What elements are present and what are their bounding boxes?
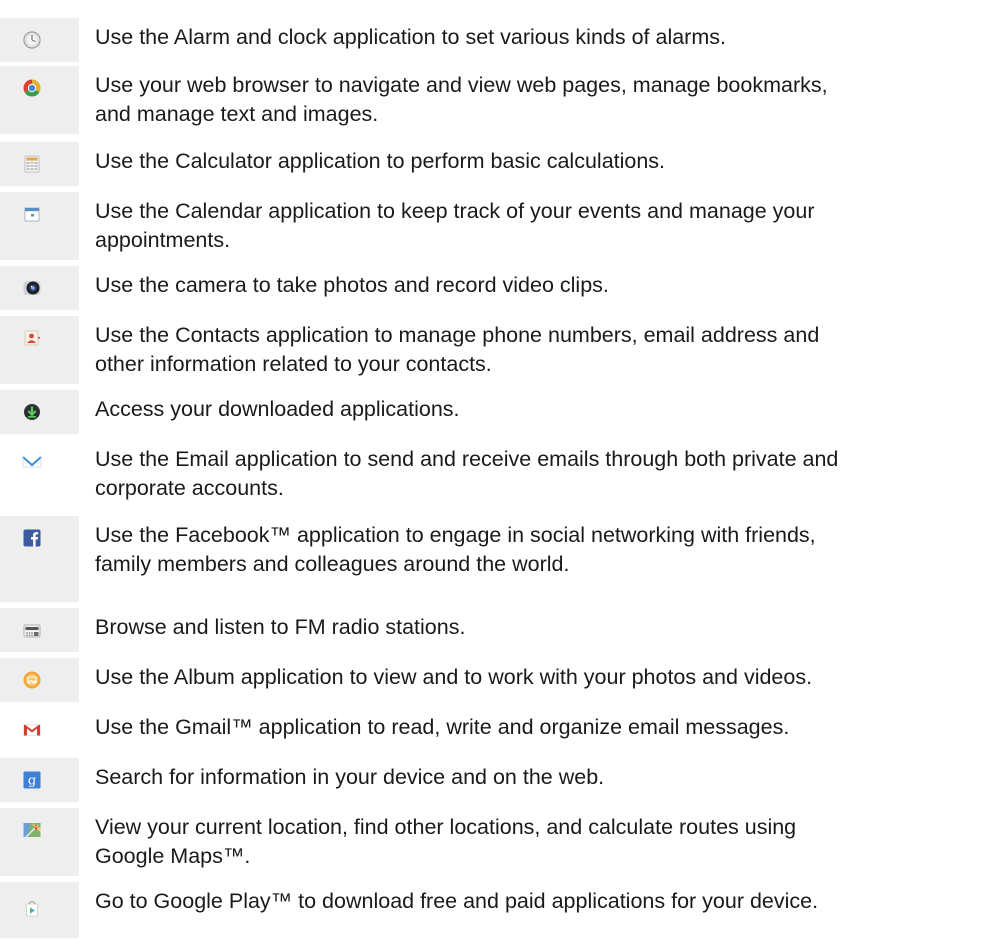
list-item-alarm: Use the Alarm and clock application to s… <box>0 18 992 62</box>
icon-cell <box>0 192 79 260</box>
app-description: Use the Facebook™ application to engage … <box>95 521 985 579</box>
app-description: Browse and listen to FM radio stations. <box>95 613 985 642</box>
app-description: Use your web browser to navigate and vie… <box>95 71 985 129</box>
description-line: Use the Contacts application to manage p… <box>95 323 820 347</box>
description-line: other information related to your contac… <box>95 352 492 376</box>
icon-cell <box>0 142 79 186</box>
svg-text:g: g <box>28 774 36 789</box>
icon-cell <box>0 658 79 702</box>
alarm-clock-icon <box>22 30 42 50</box>
description-line: Use the Email application to send and re… <box>95 447 839 471</box>
app-list: Use the Alarm and clock application to s… <box>0 0 992 950</box>
list-item-camera: Use the camera to take photos and record… <box>0 266 992 310</box>
list-item-browser: Use your web browser to navigate and vie… <box>0 66 992 134</box>
list-item-play-store: Go to Google Play™ to download free and … <box>0 882 992 938</box>
list-item-calendar: Use the Calendar application to keep tra… <box>0 192 992 260</box>
app-description: Use the Email application to send and re… <box>95 445 985 503</box>
list-item-fm-radio: Browse and listen to FM radio stations. <box>0 608 992 652</box>
description-line: family members and colleagues around the… <box>95 552 570 576</box>
calendar-icon <box>22 204 42 224</box>
list-item-gmail: Use the Gmail™ application to read, writ… <box>0 708 992 752</box>
play-store-icon <box>22 898 42 918</box>
description-line: Use the Album application to view and to… <box>95 665 813 689</box>
description-line: Google Maps™. <box>95 844 251 868</box>
icon-cell <box>0 708 79 752</box>
app-description: Access your downloaded applications. <box>95 395 985 424</box>
description-line: Use the Calculator application to perfor… <box>95 149 666 173</box>
download-icon <box>22 402 42 422</box>
email-icon <box>22 452 42 472</box>
description-line: Use the Gmail™ application to read, writ… <box>95 715 790 739</box>
icon-cell <box>0 440 79 508</box>
icon-cell <box>0 516 79 602</box>
app-description: Use the Calendar application to keep tra… <box>95 197 985 255</box>
app-description: Use the Alarm and clock application to s… <box>95 23 985 52</box>
icon-cell <box>0 316 79 384</box>
description-line: Go to Google Play™ to download free and … <box>95 889 819 913</box>
description-line: and manage text and images. <box>95 102 379 126</box>
list-item-maps: View your current location, find other l… <box>0 808 992 876</box>
icon-cell <box>0 882 79 938</box>
app-description: Search for information in your device an… <box>95 763 985 792</box>
description-line: Search for information in your device an… <box>95 765 605 789</box>
maps-icon <box>22 820 42 840</box>
list-item-contacts: Use the Contacts application to manage p… <box>0 316 992 384</box>
app-description: Use the Calculator application to perfor… <box>95 147 985 176</box>
description-line: corporate accounts. <box>95 476 284 500</box>
calculator-icon <box>22 154 42 174</box>
facebook-icon <box>22 528 42 548</box>
icon-cell <box>0 266 79 310</box>
description-line: View your current location, find other l… <box>95 815 797 839</box>
icon-cell <box>0 18 79 62</box>
app-description: Go to Google Play™ to download free and … <box>95 887 985 916</box>
description-line: Use the Calendar application to keep tra… <box>95 199 815 223</box>
list-item-facebook: Use the Facebook™ application to engage … <box>0 516 992 602</box>
list-item-download: Access your downloaded applications. <box>0 390 992 434</box>
description-line: Browse and listen to FM radio stations. <box>95 615 466 639</box>
icon-cell <box>0 608 79 652</box>
gmail-icon <box>22 720 42 740</box>
list-item-google-search: g Search for information in your device … <box>0 758 992 802</box>
description-line: Use the Facebook™ application to engage … <box>95 523 816 547</box>
app-description: Use the Album application to view and to… <box>95 663 985 692</box>
description-line: Access your downloaded applications. <box>95 397 460 421</box>
list-item-album: Use the Album application to view and to… <box>0 658 992 702</box>
description-line: appointments. <box>95 228 231 252</box>
description-line: Use the camera to take photos and record… <box>95 273 609 297</box>
list-item-email: Use the Email application to send and re… <box>0 440 992 508</box>
browser-icon <box>22 78 42 98</box>
icon-cell: g <box>0 758 79 802</box>
icon-cell <box>0 808 79 876</box>
app-description: View your current location, find other l… <box>95 813 985 871</box>
description-line: Use your web browser to navigate and vie… <box>95 73 828 97</box>
album-icon <box>22 670 42 690</box>
icon-cell <box>0 390 79 434</box>
fm-radio-icon <box>22 620 42 640</box>
app-description: Use the camera to take photos and record… <box>95 271 985 300</box>
google-search-icon: g <box>22 770 42 790</box>
contacts-icon <box>22 328 42 348</box>
description-line: Use the Alarm and clock application to s… <box>95 25 726 49</box>
app-description: Use the Gmail™ application to read, writ… <box>95 713 985 742</box>
icon-cell <box>0 66 79 134</box>
camera-icon <box>22 278 42 298</box>
app-description: Use the Contacts application to manage p… <box>95 321 985 379</box>
list-item-calculator: Use the Calculator application to perfor… <box>0 142 992 186</box>
